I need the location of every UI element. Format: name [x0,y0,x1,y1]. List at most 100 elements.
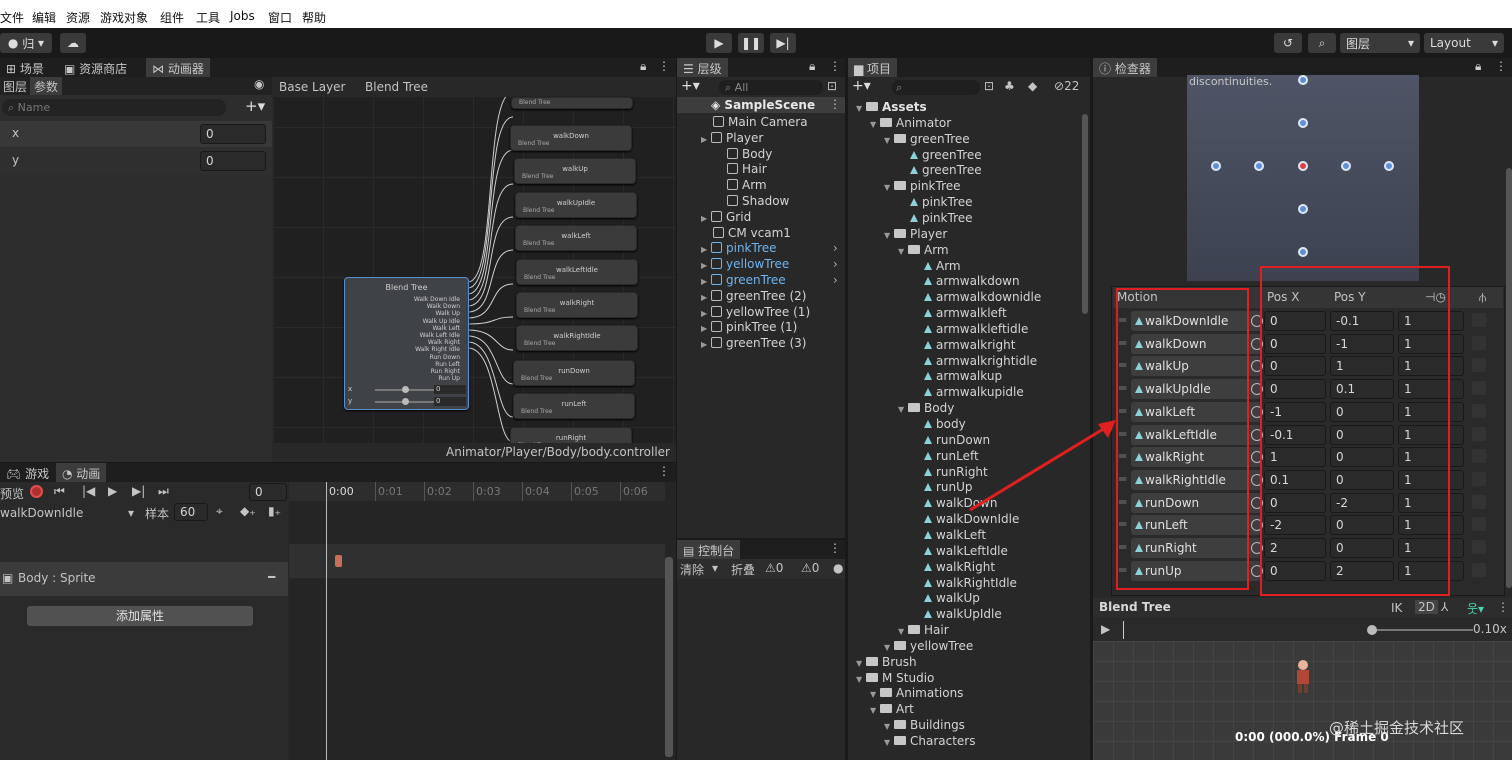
expand-arrow-icon[interactable]: ▼ [884,183,894,192]
frame-field[interactable]: 0 [249,483,287,501]
blend-tree-child-node[interactable]: walkUp Blend Tree [514,158,636,184]
blend-tree-child-node[interactable]: walkUpIdle Blend Tree [515,192,637,218]
clear-options-icon[interactable]: ▾ [712,561,718,575]
preview-playhead[interactable] [1123,621,1124,639]
blend-point-selected[interactable] [1298,161,1308,171]
project-item[interactable]: ▼ Arm [898,243,949,257]
preview-play-icon[interactable]: ▶ [1101,622,1110,636]
more-menu-icon[interactable]: ⋮ [1497,600,1509,614]
project-item[interactable]: armwalkright [924,338,1015,352]
expand-arrow-icon[interactable]: ▼ [870,690,880,699]
search-options-icon[interactable]: ⊡ [827,79,837,93]
more-menu-icon[interactable]: ⋮ [658,464,670,478]
mirror-checkbox[interactable] [1472,335,1486,350]
blend-tree-child-node[interactable]: walkLeft Blend Tree [515,225,637,251]
expand-arrow-icon[interactable]: ▼ [884,231,894,240]
blend-point[interactable] [1298,247,1308,257]
hidden-packages-toggle[interactable]: ⊘22 [1054,79,1079,93]
create-button[interactable]: +▾ [681,78,700,94]
param-value-field[interactable]: 0 [200,124,266,144]
play-icon[interactable]: ▶ [108,484,117,498]
add-parameter-button[interactable]: +▾ [245,97,265,115]
menu-item[interactable]: 工具 [196,9,220,26]
blend-tree-child-node[interactable]: walkLeftIdle Blend Tree [516,259,638,285]
blend-tree-child-node[interactable]: runLeft Blend Tree [513,393,635,419]
breadcrumb-blend-tree[interactable]: Blend Tree [365,80,428,94]
expand-arrow-icon[interactable]: ▶ [701,277,711,286]
menu-item[interactable]: 窗口 [268,9,292,26]
expand-arrow-icon[interactable]: ▼ [856,659,866,668]
expand-arrow-icon[interactable]: ▶ [701,261,711,270]
parameter-search-input[interactable]: ⌕ Name [2,99,226,116]
blend-slider-y-handle[interactable] [402,398,409,405]
expand-arrow-icon[interactable]: ▼ [898,405,908,414]
blend-slider-x-handle[interactable] [402,386,409,393]
mirror-checkbox[interactable] [1472,494,1486,509]
expand-arrow-icon[interactable]: ▼ [884,738,894,747]
label-icon[interactable]: ◆ [1028,79,1037,93]
expand-arrow-icon[interactable]: ▼ [856,675,866,684]
project-search-input[interactable]: ⌕ [892,80,980,95]
mirror-checkbox[interactable] [1472,471,1486,486]
expand-arrow-icon[interactable]: ▶ [701,340,711,349]
project-item[interactable]: ▼ Characters [884,734,976,748]
menu-item[interactable]: 资源 [66,9,90,26]
expand-arrow-icon[interactable]: ▶ [701,309,711,318]
mirror-checkbox[interactable] [1472,517,1486,532]
hierarchy-item[interactable]: ▶ Grid [701,210,751,224]
blend-point[interactable] [1211,161,1221,171]
project-item[interactable]: ▼ Hair [898,623,949,637]
blend-point[interactable] [1298,75,1308,85]
blend-tree-node[interactable]: Blend Tree Walk Down Idle Walk Down Walk U… [344,277,469,410]
project-item[interactable]: armwalkdown [924,274,1020,288]
hierarchy-item[interactable]: ▶ greenTree (2) [701,289,806,303]
tab-inspector[interactable]: ⓘ 检查器 [1093,58,1157,77]
pivot-icon[interactable]: ⅄ [1441,600,1448,614]
dopesheet-scrollbar[interactable] [665,557,673,757]
add-property-button[interactable]: 添加属性 [27,606,253,626]
project-item[interactable]: walkRightIdle [924,576,1017,590]
chevron-right-icon[interactable]: › [833,273,838,287]
project-item[interactable]: ▼ yellowTree [884,639,973,653]
chevron-right-icon[interactable]: › [833,241,838,255]
clip-dropdown[interactable]: walkDownIdle ▾ [0,504,140,522]
expand-arrow-icon[interactable]: ▼ [898,247,908,256]
blend-tree-child-node[interactable]: walkDown Blend Tree [510,125,632,151]
dopesheet[interactable]: 0:00 0:01 0:02 0:03 0:04 0:05 0:06 [289,482,676,760]
blend-tree-child-node[interactable]: walkRightIdle Blend Tree [516,325,638,351]
pause-button[interactable]: ❚❚ [738,33,764,53]
hierarchy-item[interactable]: Hair [727,162,767,176]
2d-toggle[interactable]: 2D [1415,600,1438,614]
hierarchy-item[interactable]: ▶ pinkTree (1) [701,320,797,334]
add-event-icon[interactable]: ◆₊ [240,504,256,518]
search-by-type-icon[interactable]: ⊡ [984,79,994,93]
breadcrumb-base-layer[interactable]: Base Layer [279,80,346,94]
project-item[interactable]: armwalkdownidle [924,290,1041,304]
preview-viewport[interactable]: 0:00 (000.0%) Frame 0 @稀土掘金技术社区 [1093,641,1512,760]
project-item[interactable]: ▼ Buildings [884,718,965,732]
history-button[interactable]: ↺ [1274,33,1302,53]
blend-x-field[interactable]: 0 [434,385,466,394]
hierarchy-item[interactable]: ▶ greenTree › [701,273,838,287]
avatar-icon[interactable]: 웃▾ [1467,600,1484,617]
expand-arrow-icon[interactable]: ▶ [701,324,711,333]
menu-item[interactable]: 组件 [160,9,184,26]
lock-icon[interactable]: 🔒︎ [1475,59,1481,74]
project-item[interactable]: walkUp [924,591,980,605]
project-item[interactable]: ▼ Brush [856,655,917,669]
info-icon[interactable]: ● [833,561,843,575]
prev-key-icon[interactable]: |◀ [82,484,95,498]
blend-point[interactable] [1384,161,1394,171]
play-button[interactable]: ▶ [706,33,732,53]
blend-y-field[interactable]: 0 [434,397,466,406]
expand-arrow-icon[interactable]: ▼ [884,136,894,145]
project-item[interactable]: armwalkup [924,369,1002,383]
hierarchy-item[interactable]: ▶ Player [701,131,763,145]
add-keyframe-icon[interactable]: ⌖ [216,504,223,519]
layout-dropdown[interactable]: Layout ▾ [1424,33,1504,53]
preview-toggle[interactable]: 预览 [0,485,24,502]
expand-arrow-icon[interactable]: ▼ [898,627,908,636]
animator-graph[interactable]: Base Layer Blend Tree Blend Tree walkDow… [273,77,676,462]
filter-icon[interactable]: ♣ [1004,79,1015,93]
project-item[interactable]: ▼ Art [870,702,914,716]
